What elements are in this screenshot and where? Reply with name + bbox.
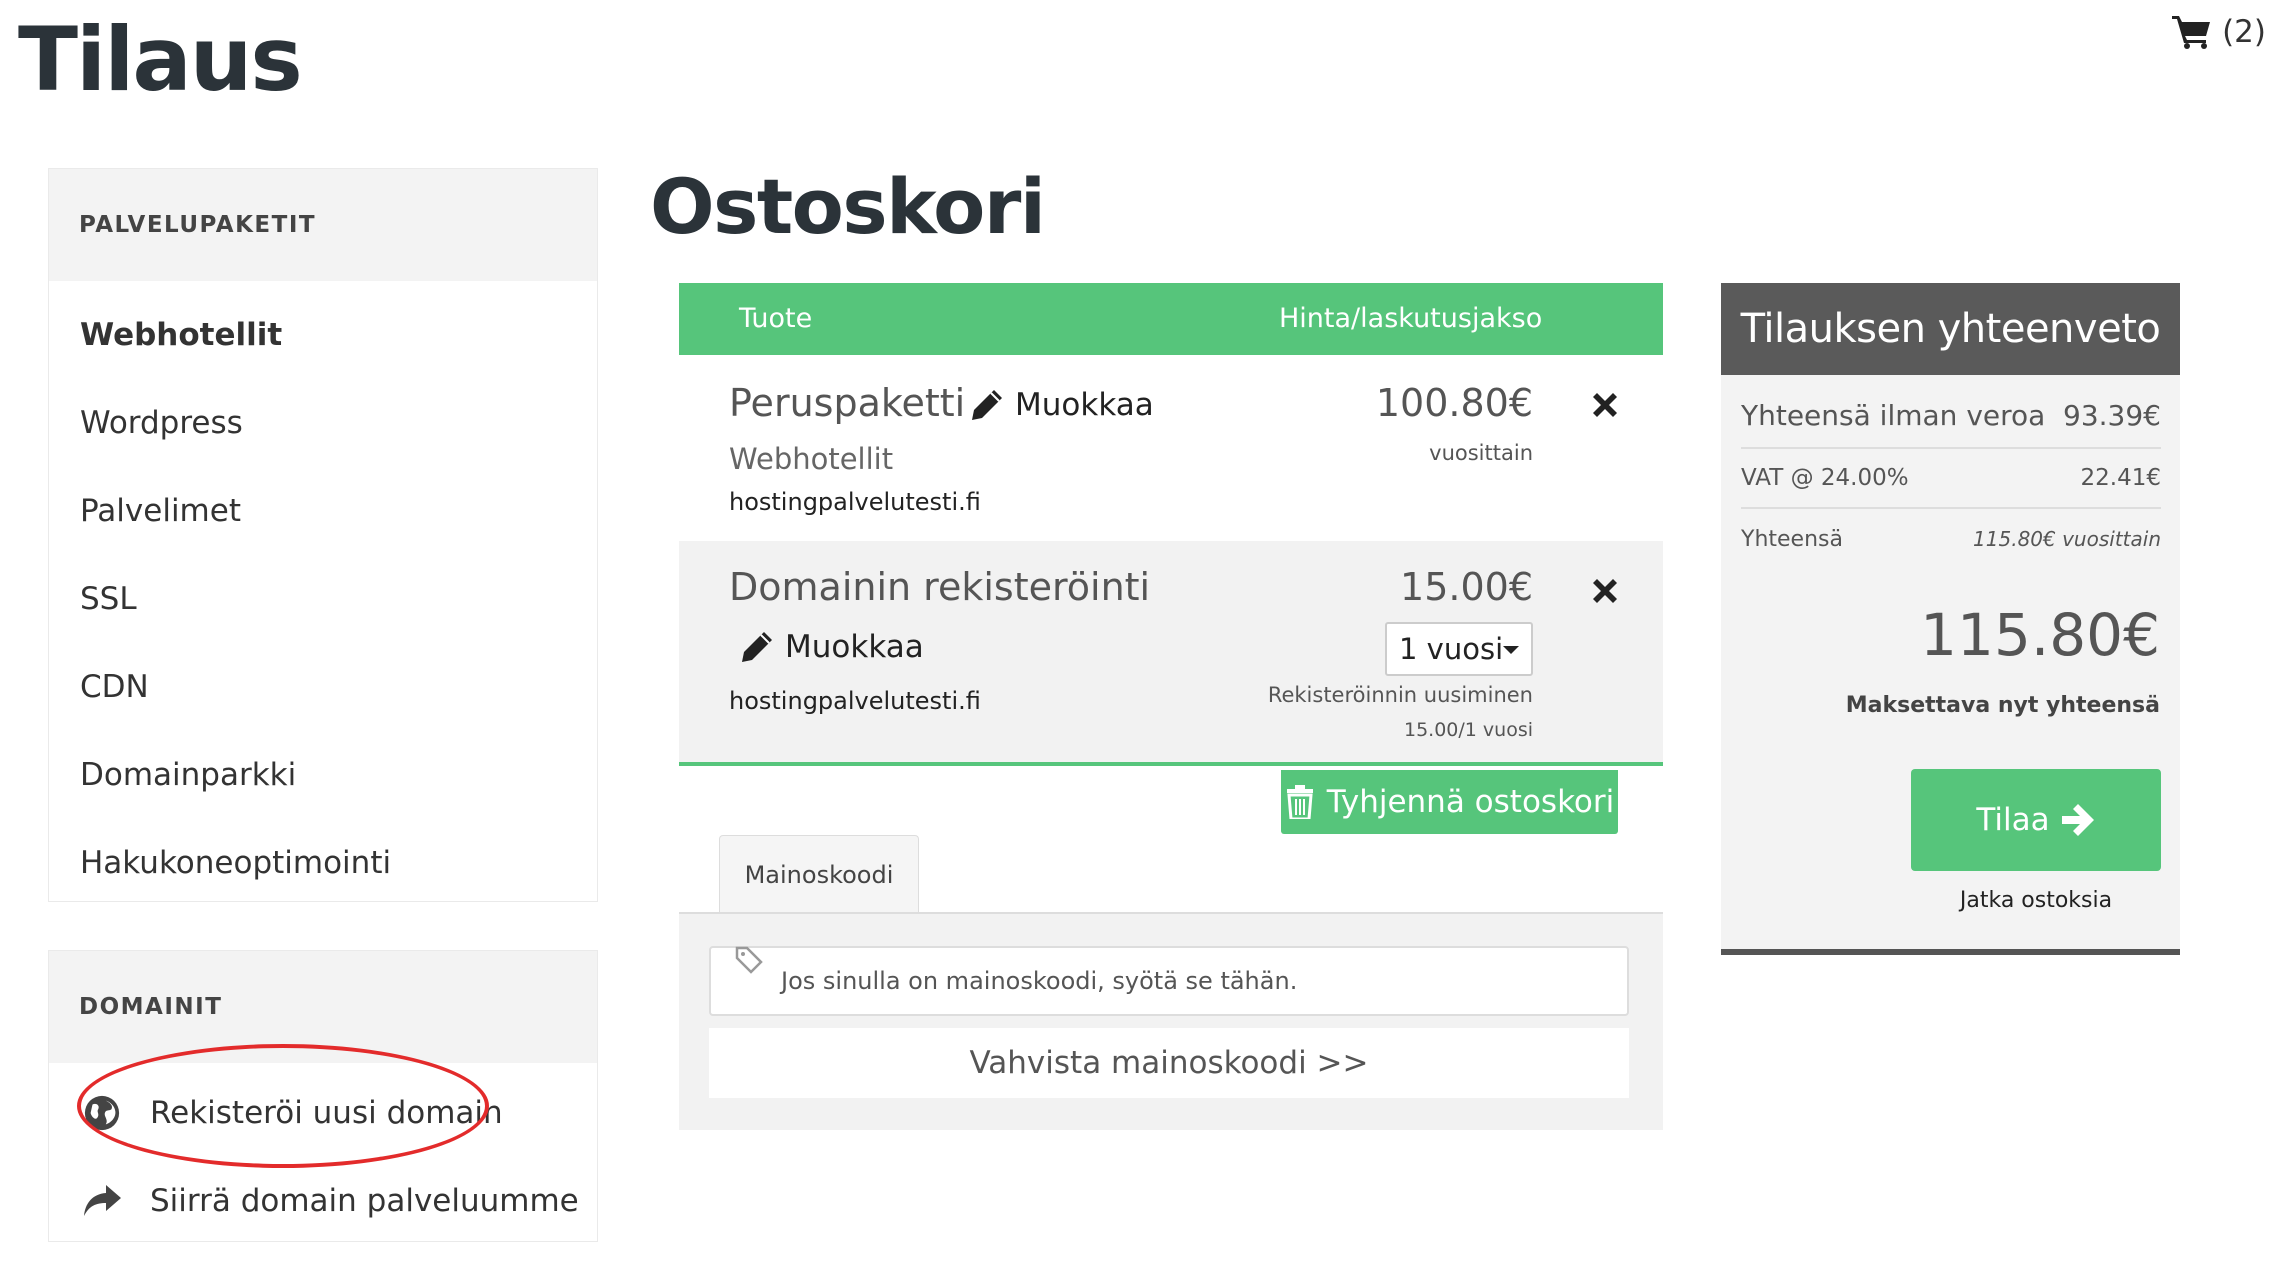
- due-today-label: Maksettava nyt yhteensä: [1845, 693, 2160, 718]
- sidebar-item-transfer-domain[interactable]: Siirrä domain palveluumme: [49, 1157, 597, 1245]
- tag-icon: [735, 946, 763, 974]
- share-arrow-icon: [80, 1181, 124, 1221]
- remove-item-icon[interactable]: [1587, 573, 1623, 609]
- product-price: 15.00€: [1400, 565, 1533, 609]
- product-name: Domainin rekisteröinti: [729, 565, 1151, 609]
- product-name: Peruspaketti: [729, 381, 966, 425]
- total-row: Yhteensä 115.80€ vuosittain: [1741, 509, 2161, 569]
- continue-shopping-link[interactable]: Jatka ostoksia: [1911, 888, 2161, 913]
- column-price: Hinta/laskutusjakso: [1279, 303, 1543, 334]
- product-price: 100.80€: [1375, 381, 1533, 425]
- vat-row: VAT @ 24.00% 22.41€: [1741, 449, 2161, 509]
- cart-table-header: Tuote Hinta/laskutusjakso: [679, 283, 1663, 355]
- sidebar-item-palvelimet[interactable]: Palvelimet: [49, 467, 597, 555]
- product-domain: hostingpalvelutesti.fi: [729, 687, 981, 715]
- product-domain: hostingpalvelutesti.fi: [729, 488, 981, 516]
- promo-code-input[interactable]: Jos sinulla on mainoskoodi, syötä se täh…: [709, 946, 1629, 1016]
- packages-panel: PALVELUPAKETIT Webhotellit Wordpress Pal…: [48, 168, 598, 902]
- clear-cart-button[interactable]: Tyhjennä ostoskori: [1281, 770, 1618, 834]
- highlight-ellipse: [77, 1044, 489, 1168]
- subtotal-row: Yhteensä ilman veroa 93.39€: [1741, 389, 2161, 449]
- cart-count: (2): [2222, 14, 2266, 50]
- edit-label: Muokkaa: [1015, 387, 1154, 423]
- billing-cycle: vuosittain: [1429, 441, 1533, 465]
- sidebar-item-domainparkki[interactable]: Domainparkki: [49, 731, 597, 819]
- sidebar-item-cdn[interactable]: CDN: [49, 643, 597, 731]
- remove-item-icon[interactable]: [1587, 387, 1623, 423]
- sidebar-item-wordpress[interactable]: Wordpress: [49, 379, 597, 467]
- period-select[interactable]: 1 vuosi: [1385, 622, 1533, 676]
- cart-title: Ostoskori: [650, 162, 1046, 251]
- sidebar-item-hakukoneoptimointi[interactable]: Hakukoneoptimointi: [49, 819, 597, 907]
- shopping-cart-icon: [2172, 16, 2211, 49]
- transfer-domain-label: Siirrä domain palveluumme: [150, 1183, 579, 1219]
- column-product: Tuote: [739, 303, 813, 334]
- product-group: Webhotellit: [729, 442, 894, 476]
- edit-label: Muokkaa: [785, 629, 924, 665]
- tab-promo-code[interactable]: Mainoskoodi: [719, 835, 919, 913]
- clear-cart-label: Tyhjennä ostoskori: [1326, 784, 1615, 820]
- renewal-price: 15.00/1 vuosi: [1403, 719, 1533, 741]
- arrow-right-icon: [2061, 804, 2094, 836]
- subtotal-label: Yhteensä ilman veroa: [1741, 399, 2046, 432]
- cart-item: Domainin rekisteröinti Muokkaa hostingpa…: [679, 541, 1663, 766]
- pencil-icon: [972, 390, 1002, 420]
- packages-heading: PALVELUPAKETIT: [49, 169, 597, 281]
- edit-product-link[interactable]: Muokkaa: [739, 629, 924, 665]
- summary-title: Tilauksen yhteenveto: [1721, 283, 2180, 375]
- sidebar-item-ssl[interactable]: SSL: [49, 555, 597, 643]
- due-today-amount: 115.80€: [1920, 601, 2160, 669]
- sidebar-item-webhotellit[interactable]: Webhotellit: [49, 291, 597, 379]
- order-summary: Tilauksen yhteenveto Yhteensä ilman vero…: [1721, 283, 2180, 955]
- cart-item: Peruspaketti Muokkaa Webhotellit hosting…: [679, 355, 1663, 541]
- renewal-label: Rekisteröinnin uusiminen: [1267, 683, 1533, 707]
- total-label: Yhteensä: [1741, 527, 1843, 552]
- total-recurring: 115.80€ vuosittain: [1973, 527, 2161, 551]
- caret-down-icon: [1503, 646, 1519, 654]
- cart-indicator[interactable]: (2): [2172, 14, 2266, 50]
- vat-value: 22.41€: [2080, 465, 2161, 491]
- edit-product-link[interactable]: Muokkaa: [969, 387, 1154, 423]
- checkout-button[interactable]: Tilaa: [1911, 769, 2161, 871]
- checkout-label: Tilaa: [1976, 802, 2050, 838]
- subtotal-value: 93.39€: [2063, 399, 2161, 432]
- vat-label: VAT @ 24.00%: [1741, 465, 1909, 491]
- validate-promo-button[interactable]: Vahvista mainoskoodi >>: [709, 1028, 1629, 1098]
- period-selected-value: 1 vuosi: [1399, 632, 1504, 666]
- pencil-icon: [742, 632, 772, 662]
- page-title: Tilaus: [18, 8, 303, 111]
- trash-icon: [1286, 785, 1313, 819]
